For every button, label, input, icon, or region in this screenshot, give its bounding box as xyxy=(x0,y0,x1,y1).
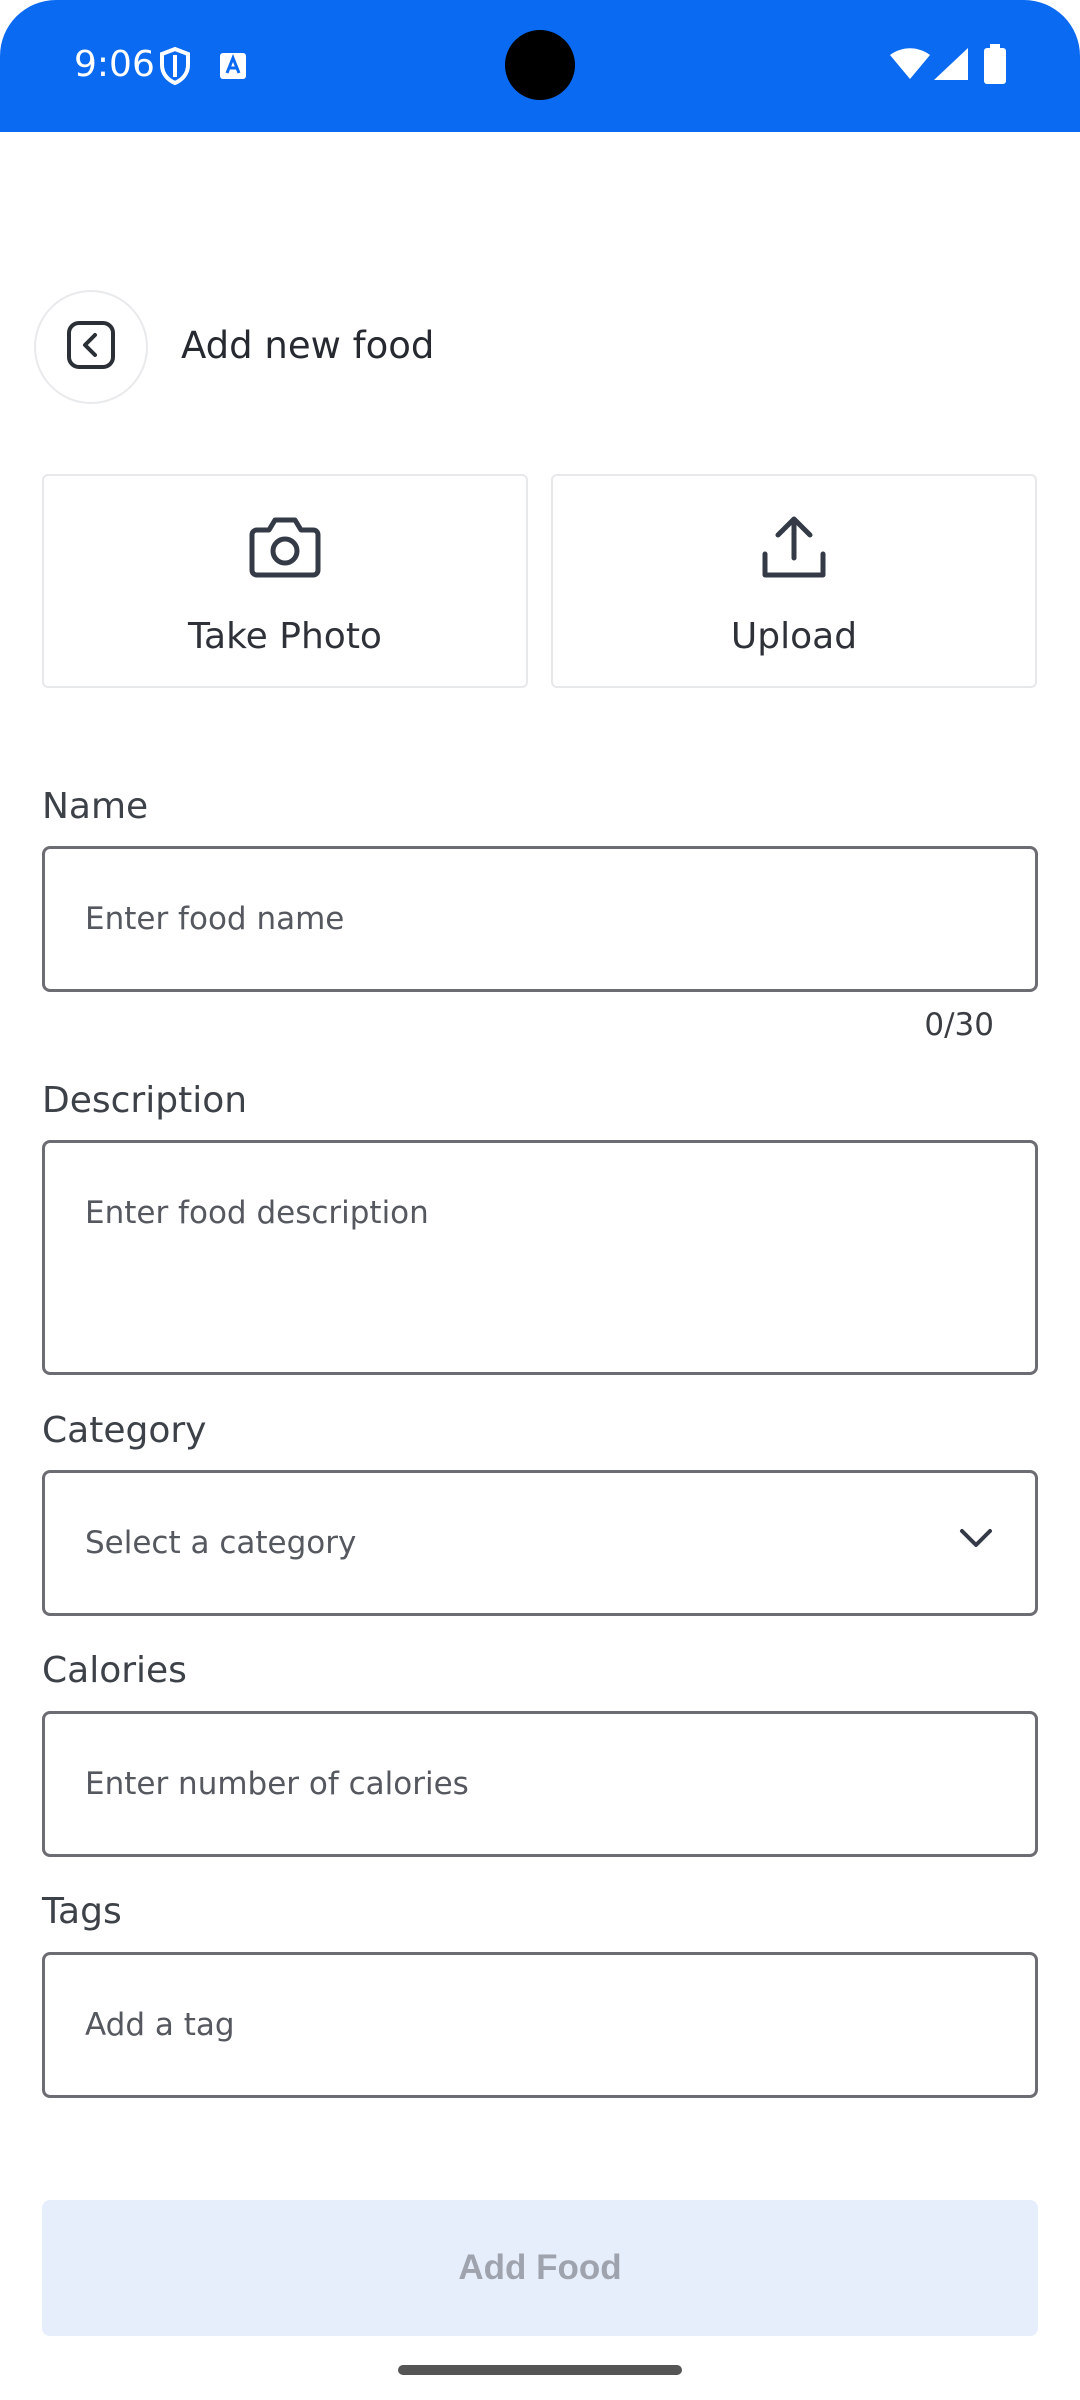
calories-placeholder: Enter number of calories xyxy=(85,1766,469,1802)
camera-cutout xyxy=(505,30,575,100)
description-textarea[interactable]: Enter food description xyxy=(42,1140,1038,1375)
add-food-button[interactable]: Add Food xyxy=(42,2200,1038,2336)
take-photo-label: Take Photo xyxy=(188,616,382,657)
tags-input[interactable]: Add a tag xyxy=(42,1952,1038,2098)
shield-icon xyxy=(158,46,192,90)
wifi-icon xyxy=(890,48,930,84)
tags-label: Tags xyxy=(42,1891,122,1932)
description-placeholder: Enter food description xyxy=(85,1195,429,1231)
chevron-down-icon xyxy=(959,1527,993,1553)
calories-input[interactable]: Enter number of calories xyxy=(42,1711,1038,1857)
name-char-counter: 0/30 xyxy=(924,1007,994,1043)
camera-icon xyxy=(249,514,321,582)
category-label: Category xyxy=(42,1410,207,1451)
add-food-label: Add Food xyxy=(458,2248,622,2287)
back-button[interactable] xyxy=(34,290,148,404)
take-photo-button[interactable]: Take Photo xyxy=(42,474,528,688)
upload-button[interactable]: Upload xyxy=(551,474,1037,688)
name-input[interactable]: Enter food name xyxy=(42,846,1038,992)
signal-icon xyxy=(934,48,968,84)
name-label: Name xyxy=(42,786,149,827)
category-select[interactable]: Select a category xyxy=(42,1470,1038,1616)
description-label: Description xyxy=(42,1080,248,1121)
category-placeholder: Select a category xyxy=(85,1525,357,1561)
tags-placeholder: Add a tag xyxy=(85,2007,235,2043)
status-time: 9:06 xyxy=(74,44,155,85)
chevron-left-icon xyxy=(66,320,116,374)
page-title: Add new food xyxy=(181,324,435,367)
name-placeholder: Enter food name xyxy=(85,901,345,937)
page-header: Add new food xyxy=(0,288,1080,408)
calories-label: Calories xyxy=(42,1650,187,1691)
status-bar: 9:06 xyxy=(0,0,1080,132)
upload-icon xyxy=(760,514,828,584)
translate-icon xyxy=(219,52,247,84)
upload-label: Upload xyxy=(730,616,858,657)
battery-icon xyxy=(984,44,1006,88)
home-indicator[interactable] xyxy=(398,2365,682,2375)
